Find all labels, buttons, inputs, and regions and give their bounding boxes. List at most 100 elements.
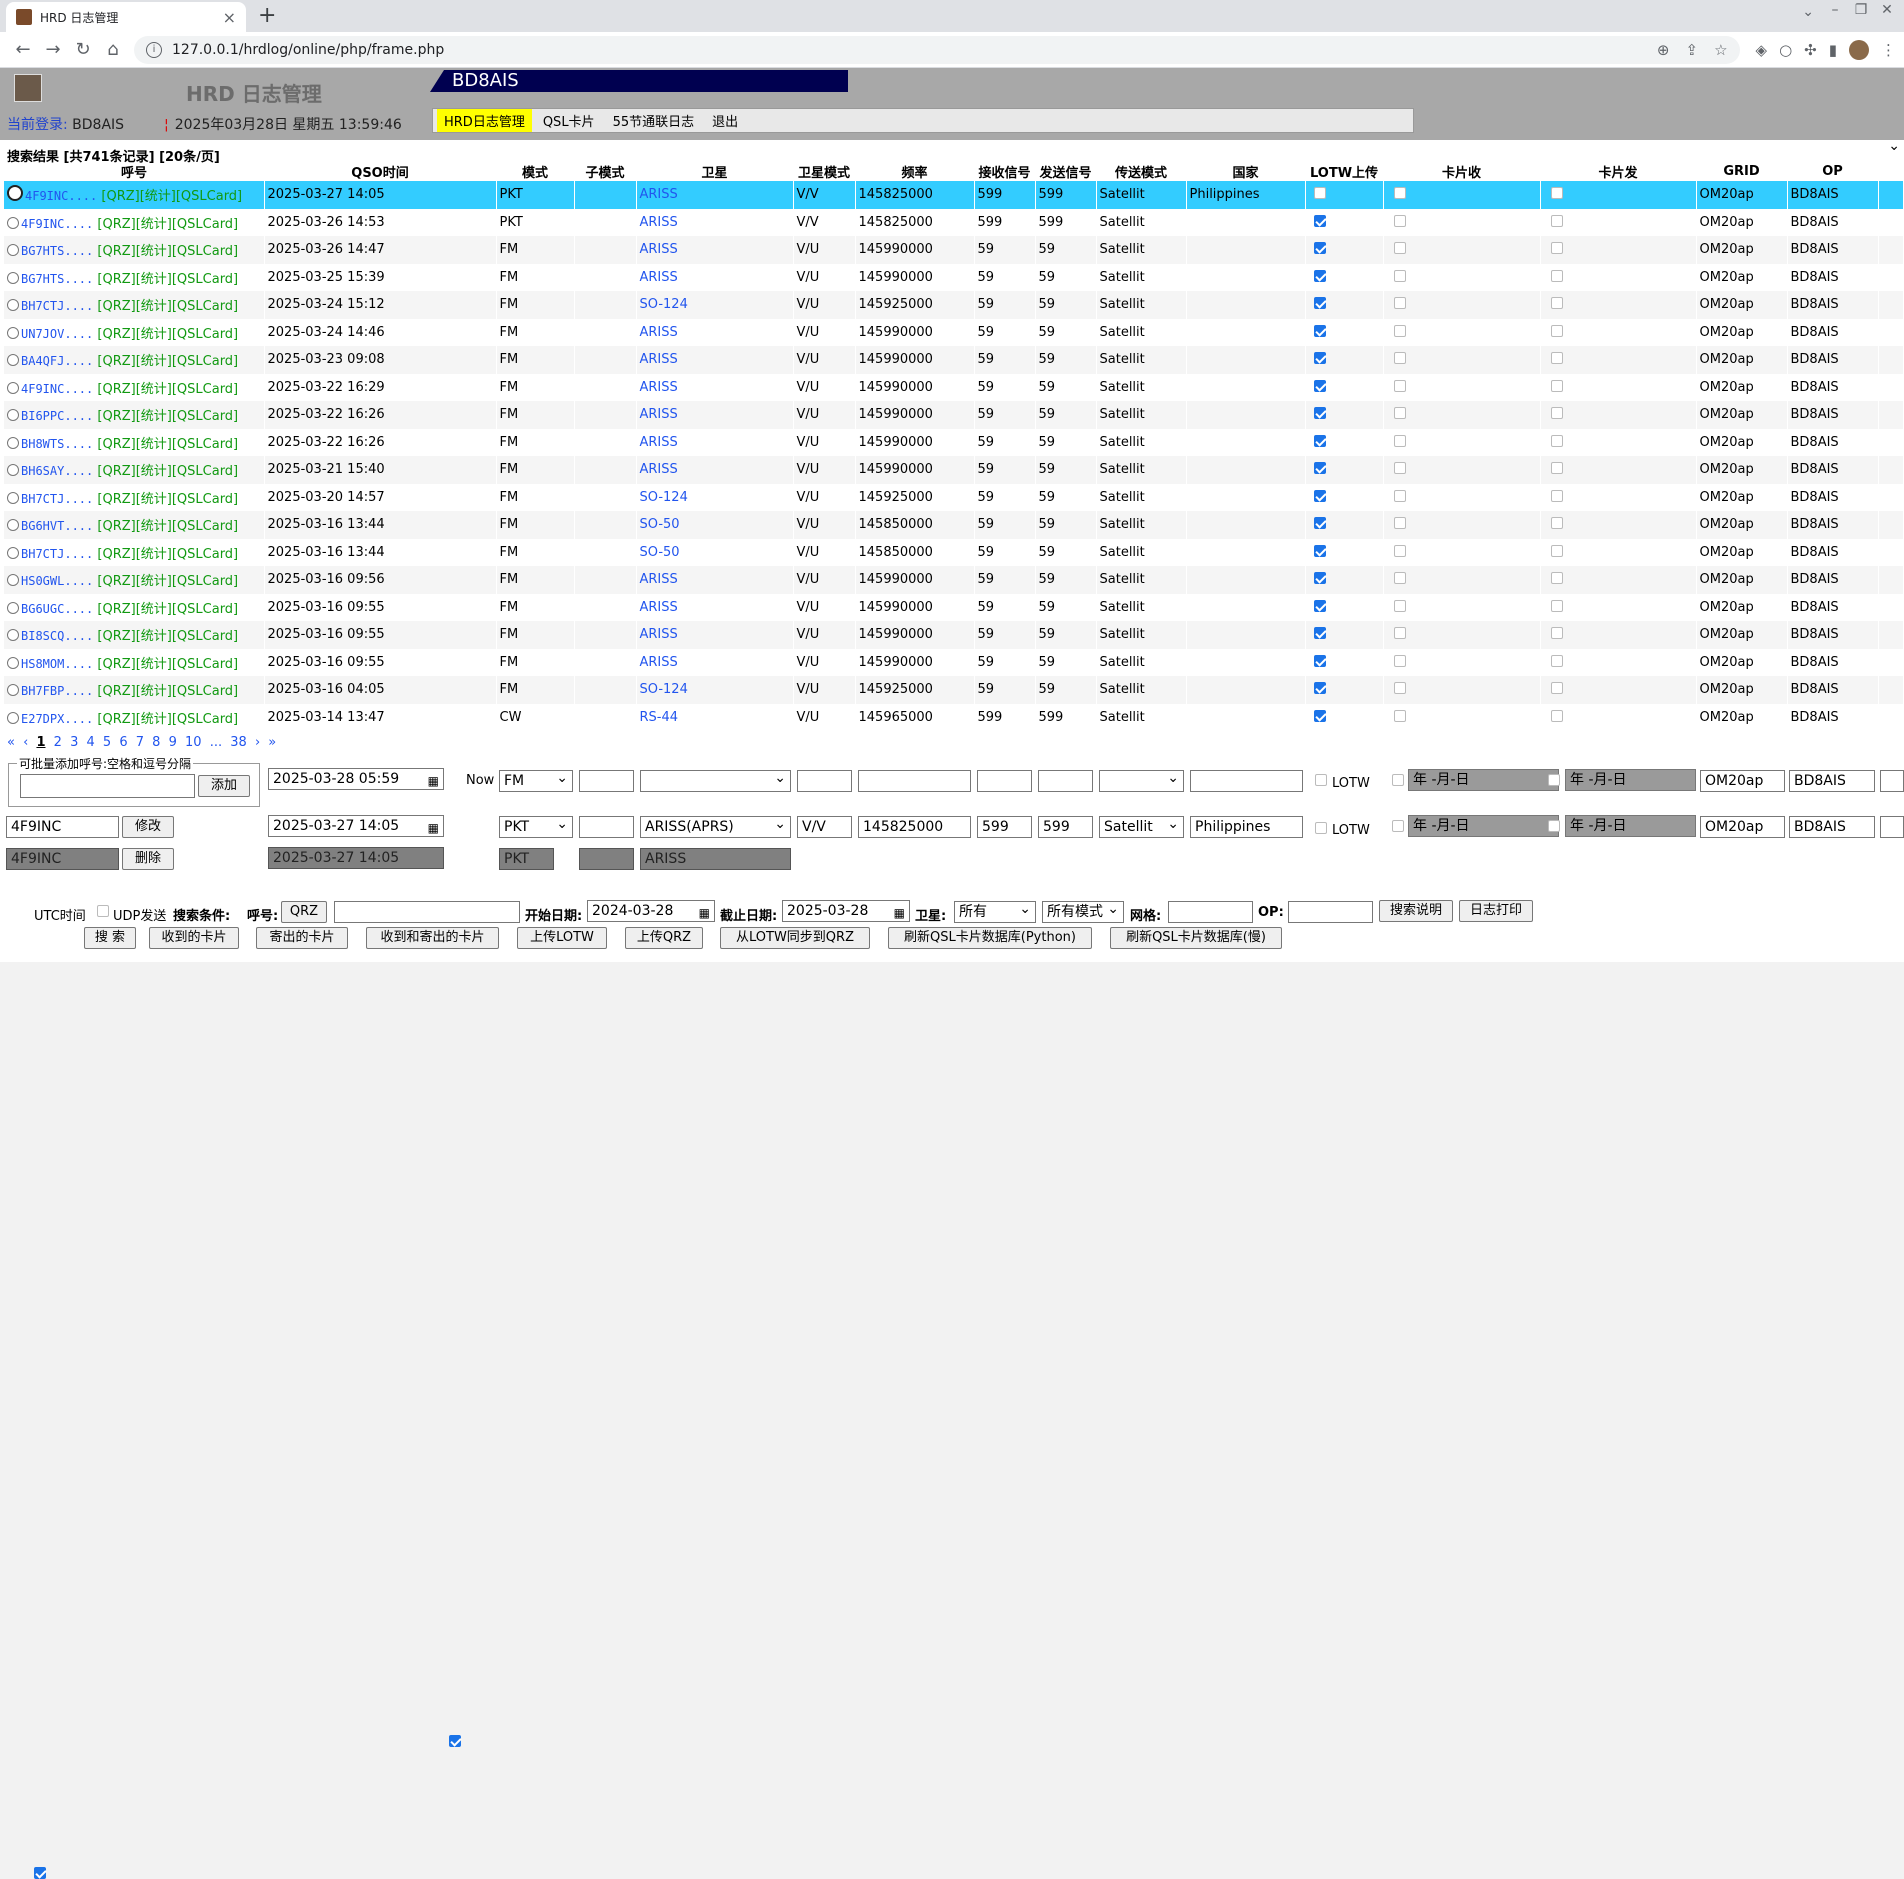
search-help-button[interactable]: 搜索说明 [1379, 900, 1453, 922]
callsign-link[interactable]: UN7JOV.... [21, 327, 93, 341]
extensions-puzzle-icon[interactable]: ✣ [1804, 41, 1817, 59]
calendar-icon[interactable]: ▦ [428, 772, 439, 789]
cell-satellite[interactable]: ARISS [636, 428, 794, 456]
callsign-link[interactable]: BH7CTJ.... [21, 299, 93, 313]
qsl-rcvd-checkbox[interactable] [1393, 599, 1406, 612]
qsl-rcvd-checkbox[interactable] [1393, 187, 1406, 200]
share-icon[interactable]: ⇪ [1685, 41, 1698, 59]
row-links[interactable]: [QRZ][统计][QSLCard] [97, 354, 238, 369]
profile-avatar[interactable] [1849, 39, 1869, 60]
cell-satellite[interactable]: ARISS [636, 263, 794, 291]
page-next[interactable]: › [255, 735, 260, 750]
lotw-checkbox[interactable] [1313, 407, 1326, 420]
qsl-sent-checkbox[interactable] [1550, 489, 1563, 502]
refresh-qsl-slow-button[interactable]: 刷新QSL卡片数据库(慢) [1110, 927, 1282, 949]
page-last[interactable]: » [268, 735, 276, 750]
col-qsl-rcvd[interactable]: 卡片收 [1383, 162, 1540, 181]
qsl-rcvd-checkbox[interactable] [1393, 407, 1406, 420]
callsign-link[interactable]: BH8WTS.... [21, 437, 93, 451]
new-frequency-input[interactable] [858, 770, 971, 792]
qsl-sent-checkbox[interactable] [1550, 379, 1563, 392]
table-row[interactable]: 4F9INC.... [QRZ][统计][QSLCard] 2025-03-26 … [4, 208, 1904, 236]
edit-rst-sent-input[interactable]: 599 [1038, 816, 1093, 838]
new-rst-rcvd-input[interactable] [977, 770, 1032, 792]
table-row[interactable]: 4F9INC.... [QRZ][统计][QSLCard] 2025-03-27 … [4, 181, 1904, 209]
row-select-radio[interactable] [7, 656, 19, 669]
callsign-link[interactable]: HS0GWL.... [21, 574, 93, 588]
callsign-link[interactable]: BH7FBP.... [21, 684, 93, 698]
row-links[interactable]: [QRZ][统计][QSLCard] [97, 217, 238, 232]
table-row[interactable]: BH8WTS.... [QRZ][统计][QSLCard] 2025-03-22 … [4, 428, 1904, 456]
lotw-checkbox[interactable] [1313, 352, 1326, 365]
lotw-checkbox[interactable] [1313, 434, 1326, 447]
row-links[interactable]: [QRZ][统计][QSLCard] [97, 409, 238, 424]
minimize-icon[interactable]: – [1824, 2, 1846, 18]
qsl-sent-checkbox[interactable] [1550, 462, 1563, 475]
row-links[interactable]: [QRZ][统计][QSLCard] [97, 299, 238, 314]
table-row[interactable]: UN7JOV.... [QRZ][统计][QSLCard] 2025-03-24 … [4, 318, 1904, 346]
cell-satellite[interactable]: ARISS [636, 318, 794, 346]
table-row[interactable]: BI8SCQ.... [QRZ][统计][QSLCard] 2025-03-16 … [4, 621, 1904, 649]
edit-country-input[interactable]: Philippines [1190, 816, 1303, 838]
row-select-radio[interactable] [7, 409, 19, 422]
utc-checkbox[interactable] [34, 1867, 47, 1879]
cell-satellite[interactable]: ARISS [636, 566, 794, 594]
menu-55-log[interactable]: 55节通联日志 [606, 109, 702, 132]
cell-satellite[interactable]: ARISS [636, 236, 794, 264]
table-row[interactable]: BH7CTJ.... [QRZ][统计][QSLCard] 2025-03-16 … [4, 538, 1904, 566]
page-9[interactable]: 9 [169, 735, 177, 750]
cell-satellite[interactable]: ARISS [636, 593, 794, 621]
calendar-icon[interactable]: ▦ [699, 904, 710, 921]
side-panel-icon[interactable]: ▮ [1829, 41, 1837, 59]
table-row[interactable]: 4F9INC.... [QRZ][统计][QSLCard] 2025-03-22 … [4, 373, 1904, 401]
edit-submode-input[interactable] [579, 816, 634, 838]
row-select-radio[interactable] [7, 299, 19, 312]
page-38[interactable]: 38 [230, 735, 247, 750]
new-qsl-rcvd-checkbox[interactable] [1392, 774, 1404, 786]
cell-satellite[interactable]: ARISS [636, 208, 794, 236]
table-row[interactable]: HS0GWL.... [QRZ][统计][QSLCard] 2025-03-16 … [4, 566, 1904, 594]
new-qsl-sent-date[interactable]: 年 -月-日 [1565, 769, 1696, 791]
row-links[interactable]: [QRZ][统计][QSLCard] [97, 244, 238, 259]
new-extra-input[interactable] [1880, 770, 1904, 792]
qsl-sent-checkbox[interactable] [1550, 187, 1563, 200]
new-qso-datetime[interactable]: 2025-03-28 05:59 ▦ [268, 768, 444, 790]
cell-satellite[interactable]: SO-124 [636, 676, 794, 704]
edit-satmode-input[interactable]: V/V [797, 816, 852, 838]
qsl-rcvd-checkbox[interactable] [1393, 517, 1406, 530]
new-lotw-checkbox[interactable] [1315, 774, 1327, 786]
callsign-link[interactable]: BI6PPC.... [21, 409, 93, 423]
lotw-checkbox[interactable] [1313, 709, 1326, 722]
qsl-sent-checkbox[interactable] [1550, 297, 1563, 310]
lotw-checkbox[interactable] [1313, 214, 1326, 227]
row-links[interactable]: [QRZ][统计][QSLCard] [97, 519, 238, 534]
new-mode-select[interactable]: FM [499, 770, 573, 792]
row-select-radio[interactable] [7, 519, 19, 532]
table-row[interactable]: BI6PPC.... [QRZ][统计][QSLCard] 2025-03-22 … [4, 401, 1904, 429]
page-prev[interactable]: ‹ [23, 735, 28, 750]
page-10[interactable]: 10 [185, 735, 202, 750]
qsl-sent-checkbox[interactable] [1550, 654, 1563, 667]
extension-circle-icon[interactable]: ○ [1779, 41, 1792, 59]
row-select-radio[interactable] [7, 574, 19, 587]
lotw-checkbox[interactable] [1313, 297, 1326, 310]
table-row[interactable]: BG7HTS.... [QRZ][统计][QSLCard] 2025-03-25 … [4, 263, 1904, 291]
cell-satellite[interactable]: SO-124 [636, 291, 794, 319]
table-row[interactable]: BG6UGC.... [QRZ][统计][QSLCard] 2025-03-16 … [4, 593, 1904, 621]
extension-shield-icon[interactable]: ◈ [1756, 41, 1768, 59]
page-first[interactable]: « [7, 735, 15, 750]
qsl-rcvd-checkbox[interactable] [1393, 214, 1406, 227]
row-select-radio[interactable] [7, 684, 19, 697]
edit-prop-select[interactable]: Satellit [1099, 816, 1184, 838]
edit-callsign-input[interactable]: 4F9INC [6, 816, 119, 838]
batch-callsign-input[interactable] [20, 774, 195, 798]
table-row[interactable]: BH7FBP.... [QRZ][统计][QSLCard] 2025-03-16 … [4, 676, 1904, 704]
edit-qsl-rcvd-date[interactable]: 年 -月-日 [1408, 815, 1559, 837]
cell-satellite[interactable]: SO-124 [636, 483, 794, 511]
page-2[interactable]: 2 [54, 735, 62, 750]
edit-satellite-select[interactable]: ARISS(APRS) [640, 816, 791, 838]
table-row[interactable]: BG6HVT.... [QRZ][统计][QSLCard] 2025-03-16 … [4, 511, 1904, 539]
row-links[interactable]: [QRZ][统计][QSLCard] [97, 547, 238, 562]
row-links[interactable]: [QRZ][统计][QSLCard] [101, 189, 242, 204]
calendar-icon[interactable]: ▦ [428, 819, 439, 836]
